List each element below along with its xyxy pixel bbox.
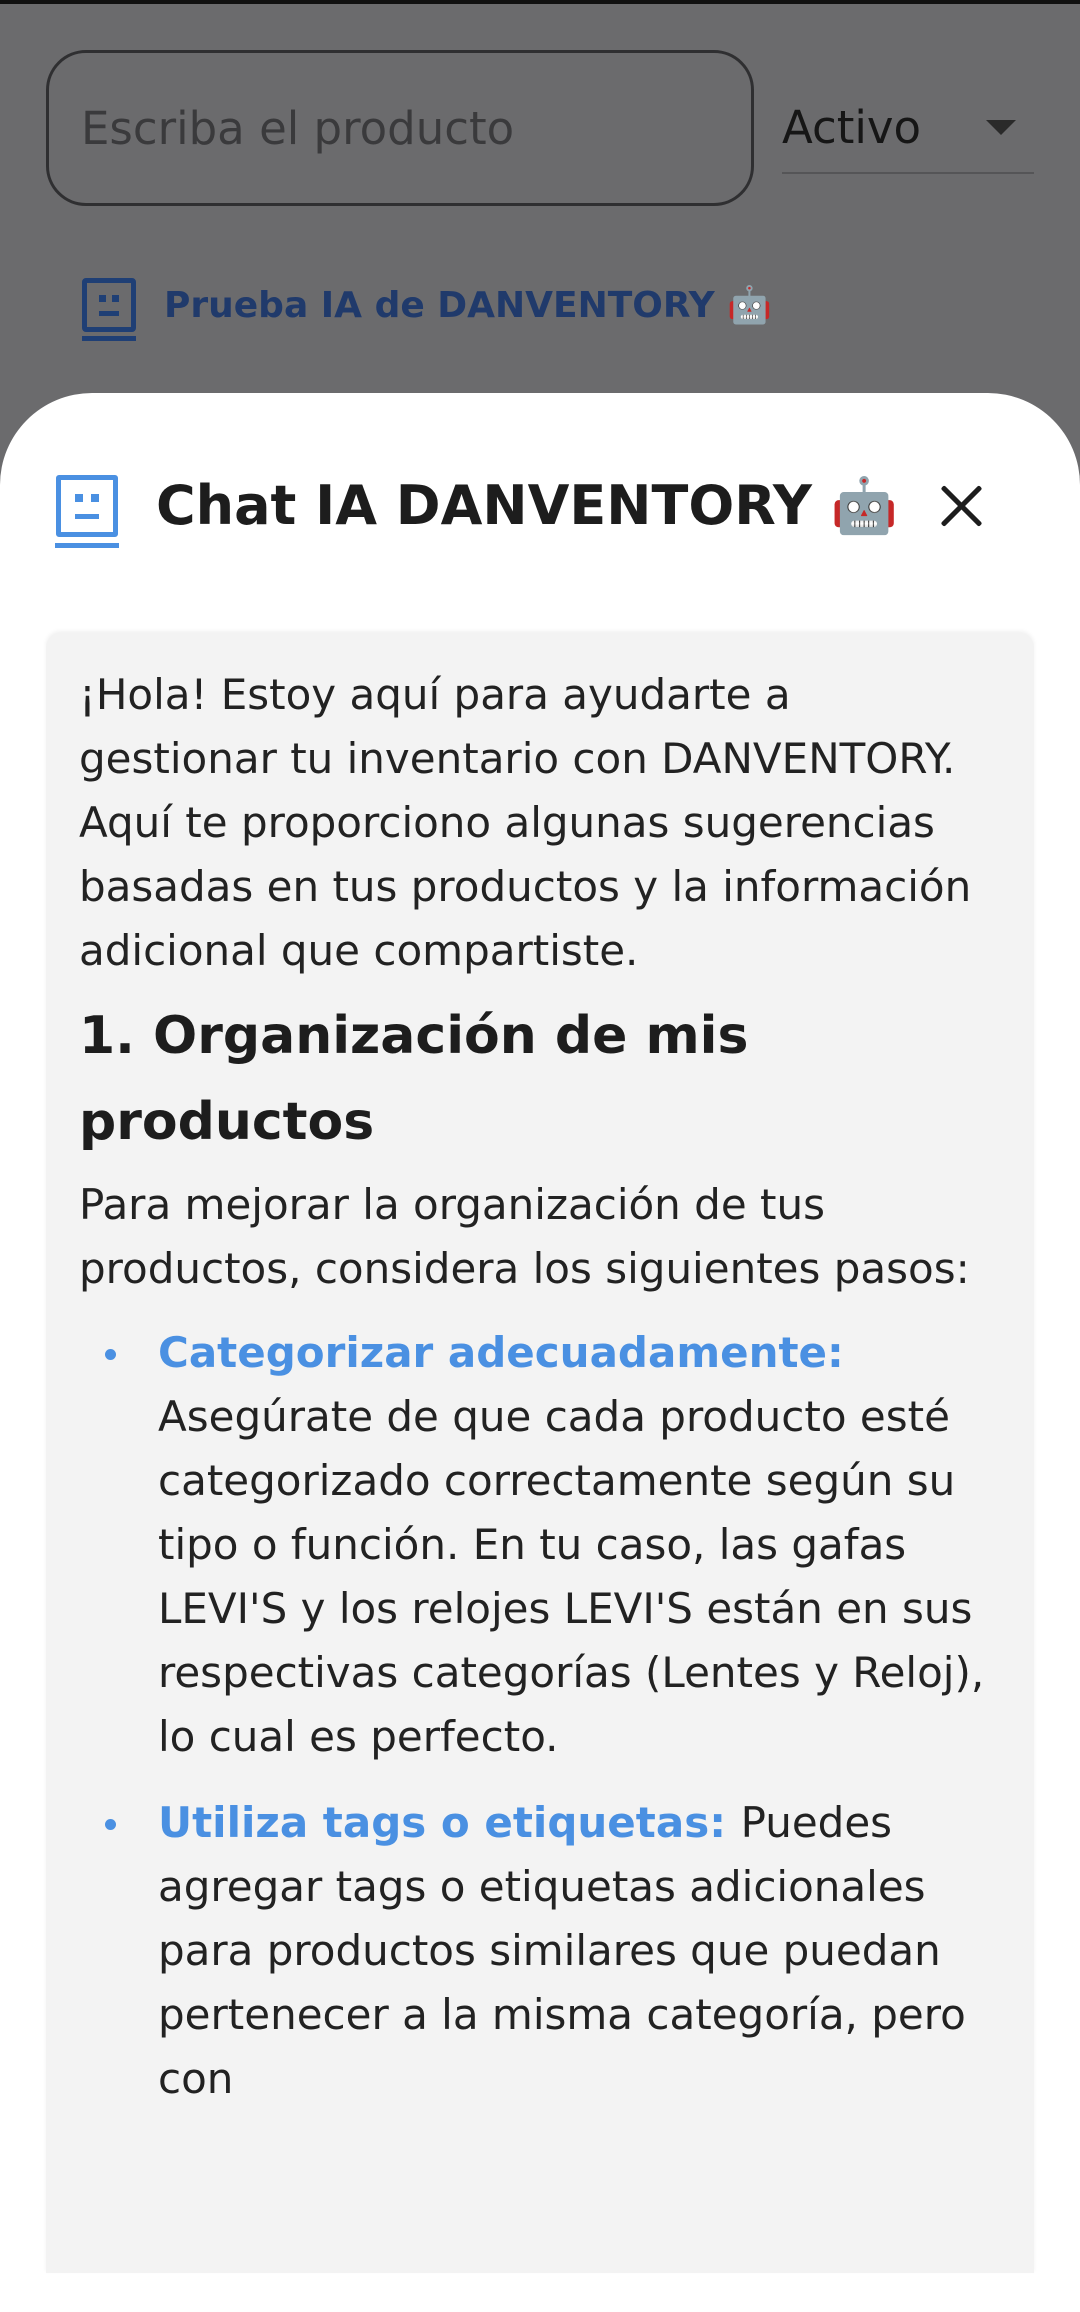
section-intro: Para mejorar la organización de tus prod… <box>79 1180 970 1293</box>
bot-face-icon <box>55 475 119 548</box>
ai-trial-link[interactable]: Prueba IA de DANVENTORY 🤖 <box>82 270 773 341</box>
ai-trial-link-label: Prueba IA de DANVENTORY 🤖 <box>164 285 773 326</box>
status-dropdown[interactable]: Activo <box>782 82 1034 174</box>
suggestion-list: Categorizar adecuadamente: Asegúrate de … <box>79 1321 1000 2111</box>
search-input[interactable]: Escriba el producto <box>46 50 754 206</box>
bot-face-icon <box>82 278 136 341</box>
caret-down-icon <box>986 119 1016 135</box>
section-heading: 1. Organización de mis productos <box>79 1006 749 1152</box>
list-item-title: Categorizar adecuadamente: <box>158 1328 844 1377</box>
status-bar <box>0 0 1080 4</box>
chat-bottom-sheet: Chat IA DANVENTORY 🤖 ¡Hola! Estoy aquí p… <box>0 393 1080 2312</box>
chat-title: Chat IA DANVENTORY 🤖 <box>156 474 898 537</box>
chat-header: Chat IA DANVENTORY 🤖 <box>55 461 1024 551</box>
close-icon[interactable] <box>928 471 998 541</box>
bullet-icon <box>105 1819 116 1830</box>
list-item-text: Asegúrate de que cada producto esté cate… <box>158 1392 985 1761</box>
search-placeholder: Escriba el producto <box>81 101 515 155</box>
bullet-icon <box>105 1349 116 1360</box>
status-selected-value: Activo <box>782 100 922 154</box>
list-item: Categorizar adecuadamente: Asegúrate de … <box>79 1321 1000 1769</box>
list-item: Utiliza tags o etiquetas: Puedes agregar… <box>79 1791 1000 2111</box>
list-item-title: Utiliza tags o etiquetas: <box>158 1798 741 1847</box>
chat-intro: ¡Hola! Estoy aquí para ayudarte a gestio… <box>79 670 972 975</box>
chat-message: ¡Hola! Estoy aquí para ayudarte a gestio… <box>46 633 1034 2273</box>
